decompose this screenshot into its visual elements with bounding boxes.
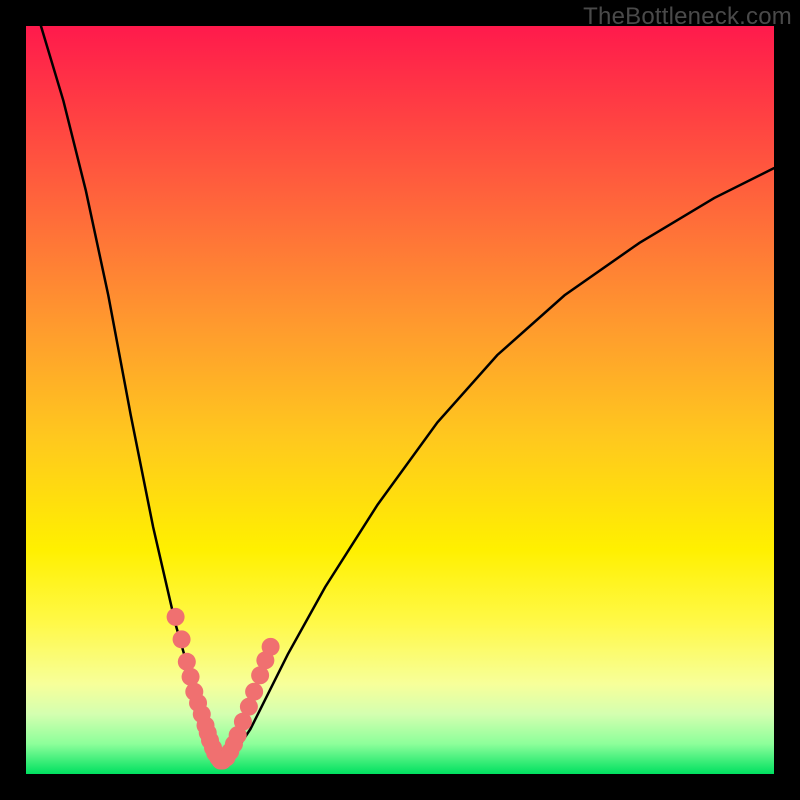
- marker-dot: [209, 749, 227, 767]
- plot-area: [26, 26, 774, 774]
- marker-dot: [234, 713, 252, 731]
- marker-dot: [221, 743, 239, 761]
- marker-dot: [201, 731, 219, 749]
- marker-dot: [251, 666, 269, 684]
- marker-dot: [204, 739, 222, 757]
- watermark-text: TheBottleneck.com: [583, 3, 792, 31]
- marker-dot: [189, 694, 207, 712]
- marker-dot: [199, 724, 217, 742]
- marker-dot: [206, 744, 224, 762]
- curves-layer: [26, 26, 774, 774]
- marker-cluster: [167, 608, 280, 770]
- marker-dot: [193, 705, 211, 723]
- chart-frame: TheBottleneck.com: [0, 0, 800, 800]
- marker-dot: [197, 716, 215, 734]
- marker-dot: [225, 735, 243, 753]
- marker-dot: [178, 653, 196, 671]
- marker-dot: [167, 608, 185, 626]
- left-branch-curve: [41, 26, 222, 763]
- marker-dot: [214, 752, 232, 770]
- marker-dot: [182, 668, 200, 686]
- right-branch-curve: [228, 168, 774, 763]
- marker-dot: [262, 638, 280, 656]
- marker-dot: [256, 651, 274, 669]
- marker-dot: [240, 698, 258, 716]
- marker-dot: [173, 630, 191, 648]
- marker-dot: [217, 749, 235, 767]
- marker-dot: [185, 683, 203, 701]
- marker-dot: [229, 726, 247, 744]
- marker-dot: [211, 752, 229, 770]
- marker-dot: [245, 683, 263, 701]
